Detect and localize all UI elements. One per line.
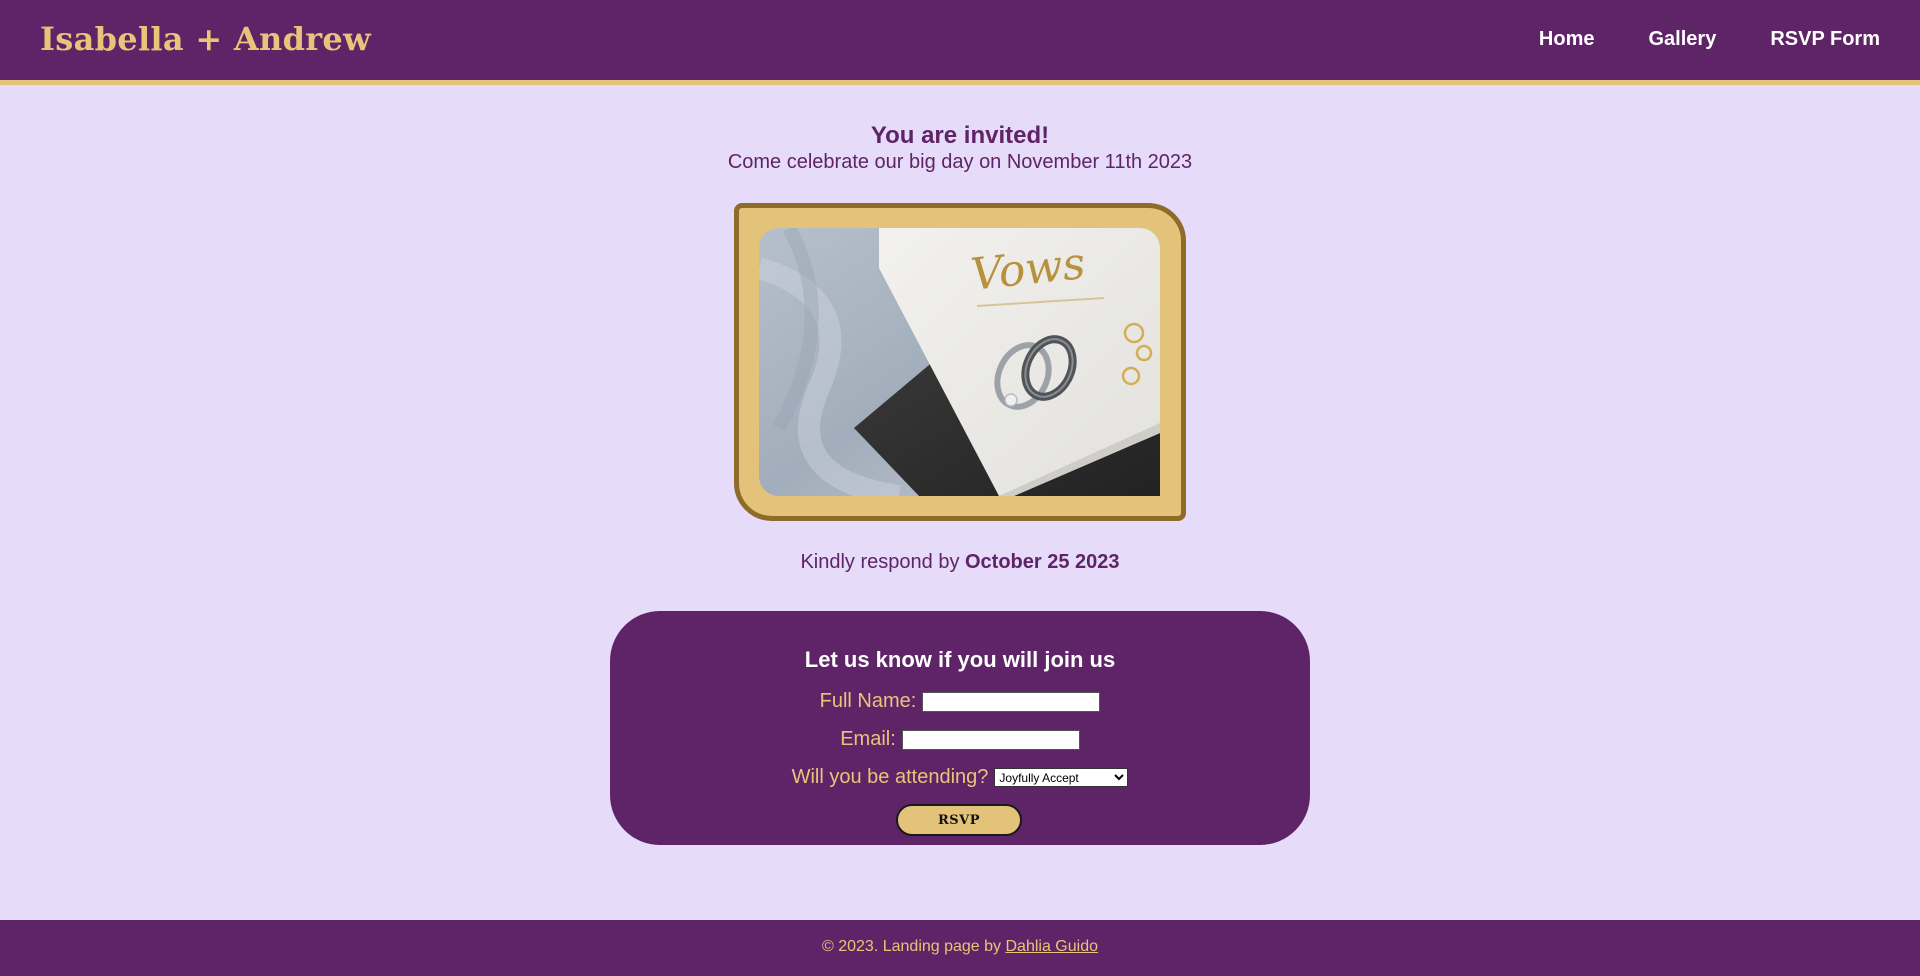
attending-row: Will you be attending? Joyfully Accept xyxy=(610,766,1310,789)
full-name-row: Full Name: xyxy=(610,690,1310,713)
rsvp-form: Let us know if you will join us Full Nam… xyxy=(610,611,1310,845)
site-footer: © 2023. Landing page by Dahlia Guido xyxy=(0,920,1920,976)
invite-subtitle: Come celebrate our big day on November 1… xyxy=(727,151,1193,173)
nav-gallery-link[interactable]: Gallery xyxy=(1649,28,1717,51)
footer-copyright: © 2023. Landing page by xyxy=(822,938,1006,955)
wedding-rings-photo: Vows xyxy=(759,228,1160,496)
attending-label: Will you be attending? xyxy=(791,766,989,788)
full-name-input[interactable] xyxy=(922,691,1101,712)
photo-frame: Vows xyxy=(734,203,1186,521)
rsvp-title: Let us know if you will join us xyxy=(804,647,1116,672)
full-name-label: Full Name: xyxy=(819,690,917,712)
rsvp-submit-button[interactable]: RSVP xyxy=(896,804,1022,836)
respond-by-text: Kindly respond by October 25 2023 xyxy=(0,551,1920,574)
email-label: Email: xyxy=(840,728,896,750)
photo-illustration: Vows xyxy=(759,228,1160,496)
footer-text: © 2023. Landing page by Dahlia Guido xyxy=(822,938,1098,956)
attending-select[interactable]: Joyfully Accept xyxy=(994,768,1129,787)
respond-date: October 25 2023 xyxy=(965,551,1120,573)
email-row: Email: xyxy=(610,728,1310,751)
nav-rsvp-form-link[interactable]: RSVP Form xyxy=(1770,28,1880,51)
site-header: Isabella + Andrew Home Gallery RSVP Form xyxy=(0,0,1920,85)
site-brand[interactable]: Isabella + Andrew xyxy=(40,20,371,58)
invite-title: You are invited! xyxy=(870,122,1050,149)
main-nav: Home Gallery RSVP Form xyxy=(1539,28,1880,51)
email-input[interactable] xyxy=(901,729,1080,750)
respond-prefix: Kindly respond by xyxy=(800,551,965,573)
nav-home-link[interactable]: Home xyxy=(1539,28,1595,51)
footer-author-link[interactable]: Dahlia Guido xyxy=(1006,938,1099,955)
